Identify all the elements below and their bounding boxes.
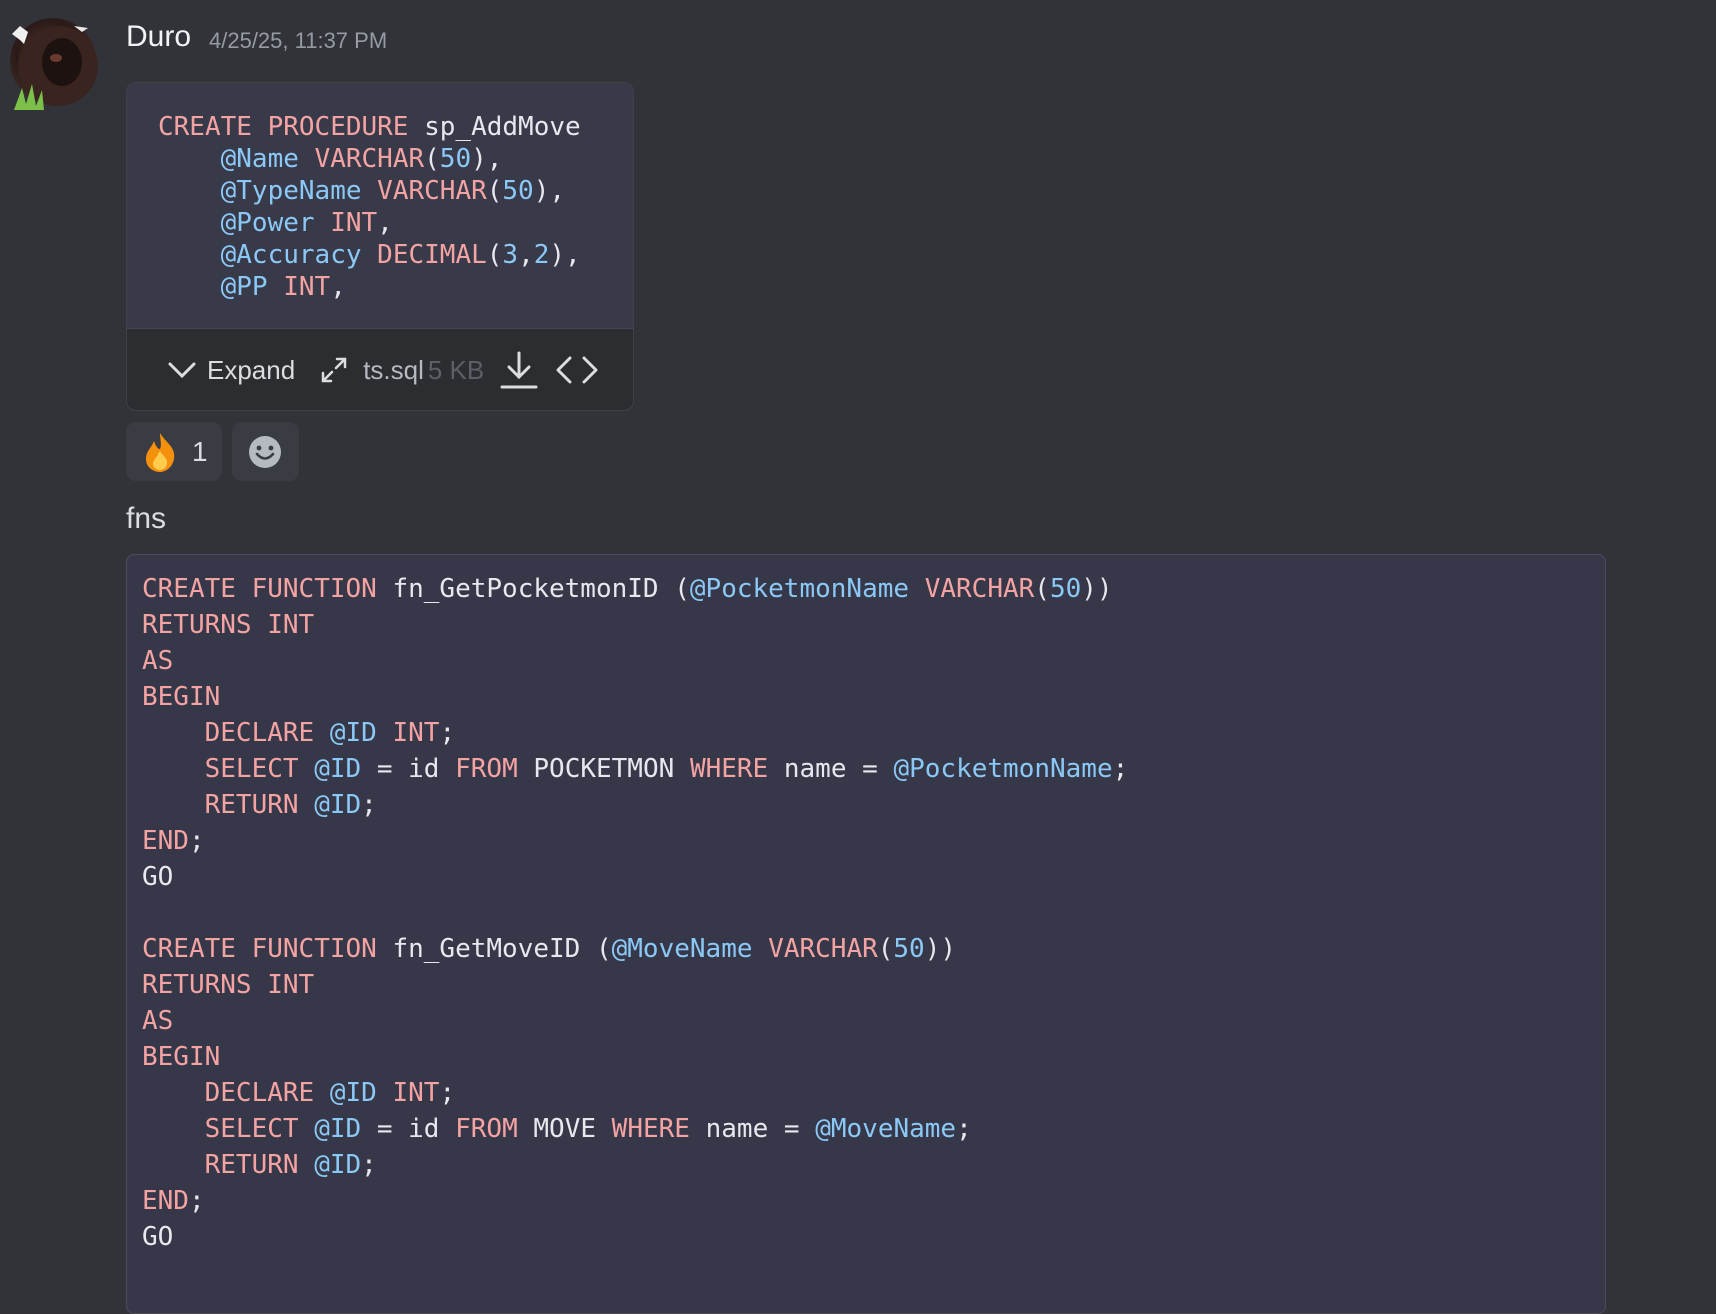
view-code-button[interactable] xyxy=(554,353,600,387)
code-block: CREATE FUNCTION fn_GetPocketmonID (@Pock… xyxy=(126,554,1606,1314)
attachment-code-line: CREATE PROCEDURE sp_AddMove xyxy=(158,112,581,142)
add-reaction-button[interactable] xyxy=(231,422,299,481)
avatar[interactable] xyxy=(10,18,98,110)
attachment-preview: CREATE PROCEDURE sp_AddMove @Name VARCHA… xyxy=(127,83,633,329)
code-line: GO xyxy=(142,862,174,892)
code-attachment: CREATE PROCEDURE sp_AddMove @Name VARCHA… xyxy=(126,82,634,411)
attachment-code-line: @Power INT, xyxy=(220,208,393,238)
code-line: GO xyxy=(142,1222,174,1252)
code-icon xyxy=(556,356,598,384)
code-line: CREATE FUNCTION fn_GetPocketmonID (@Pock… xyxy=(142,574,1113,604)
code-line: END; xyxy=(142,826,205,856)
author-name[interactable]: Duro xyxy=(126,20,191,54)
file-size: 5 KB xyxy=(427,354,485,385)
attachment-footer: Expand ts.sql 5 KB xyxy=(127,330,633,410)
reaction-count: 1 xyxy=(192,435,208,467)
code-line: RETURNS INT xyxy=(142,610,315,640)
code-line: DECLARE @ID INT; xyxy=(204,1078,456,1108)
code-line: AS xyxy=(142,1006,174,1036)
code-line: RETURN @ID; xyxy=(204,1150,377,1180)
fullscreen-icon xyxy=(321,357,347,383)
smile-icon xyxy=(249,435,282,468)
code-line: SELECT @ID = id FROM POCKETMON WHERE nam… xyxy=(204,754,1129,784)
download-icon xyxy=(500,351,538,389)
fullscreen-button[interactable] xyxy=(319,355,349,385)
code-line: SELECT @ID = id FROM MOVE WHERE name = @… xyxy=(204,1114,972,1144)
file-name[interactable]: ts.sql xyxy=(363,355,424,386)
expand-label: Expand xyxy=(207,354,296,385)
avatar-image xyxy=(12,26,98,110)
code-line: END; xyxy=(142,1186,205,1216)
reactions-bar: 1 xyxy=(126,422,299,481)
attachment-code-line: @Name VARCHAR(50), xyxy=(220,144,503,174)
code-line: DECLARE @ID INT; xyxy=(204,718,456,748)
code-line: CREATE FUNCTION fn_GetMoveID (@MoveName … xyxy=(142,934,957,964)
code-line: BEGIN xyxy=(142,682,221,712)
code-line: RETURN @ID; xyxy=(204,790,377,820)
attachment-code-line: @Accuracy DECIMAL(3,2), xyxy=(220,240,581,270)
code-line: AS xyxy=(142,646,174,676)
attachment-code-line: @PP INT, xyxy=(220,272,346,302)
chevron-down-icon xyxy=(168,362,196,379)
reaction-fire[interactable]: 1 xyxy=(126,422,222,481)
code-line: BEGIN xyxy=(142,1042,221,1072)
download-button[interactable] xyxy=(498,349,540,391)
message-text: fns xyxy=(126,502,167,535)
fire-icon xyxy=(146,432,175,472)
expand-button[interactable]: Expand xyxy=(167,355,295,386)
code-line: RETURNS INT xyxy=(142,970,315,1000)
attachment-code-line: @TypeName VARCHAR(50), xyxy=(220,176,566,206)
message-timestamp: 4/25/25, 11:37 PM xyxy=(209,28,388,53)
